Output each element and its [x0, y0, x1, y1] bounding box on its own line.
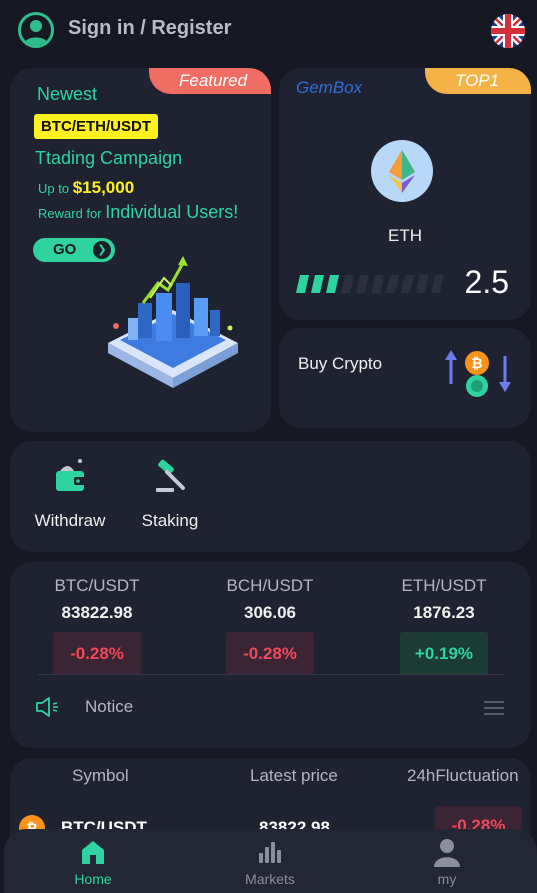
user-avatar-icon[interactable]	[18, 12, 54, 48]
nav-my[interactable]: my	[397, 837, 497, 887]
exchange-coins-icon: ₿	[445, 348, 511, 398]
upto-prefix: Up to	[38, 181, 70, 196]
ticker-price: 83822.98	[61, 603, 133, 622]
staking-button[interactable]: Staking	[125, 455, 215, 531]
buy-crypto-card[interactable]: Buy Crypto ₿	[279, 328, 531, 428]
reward-target: Individual Users!	[105, 202, 239, 222]
staking-label: Staking	[141, 511, 199, 530]
app-header: Sign in / Register	[0, 0, 537, 60]
uk-flag-icon[interactable]	[491, 14, 525, 48]
ticker-change: -0.28%	[226, 632, 314, 675]
meter-segment-empty	[341, 275, 354, 293]
upto-amount: $15,000	[72, 178, 135, 197]
svg-text:₿: ₿	[471, 355, 482, 371]
bottom-nav: Home Markets my	[4, 829, 537, 893]
gembox-score: 2.5	[464, 264, 509, 300]
reward-prefix: Reward for	[38, 206, 102, 221]
meter-segment-empty	[416, 275, 429, 293]
ticker-price: 306.06	[244, 603, 296, 622]
nav-my-label: my	[437, 871, 457, 887]
campaign-title: Ttading Campaign	[35, 148, 183, 168]
meter-segment-empty	[386, 275, 399, 293]
meter-segment-filled	[296, 275, 309, 293]
wallet-icon	[50, 455, 90, 495]
meter-segment-filled	[311, 275, 324, 293]
top1-tag: TOP1	[425, 68, 531, 94]
sign-in-register-link[interactable]: Sign in / Register	[68, 17, 231, 40]
ticker-bch[interactable]: BCH/USDT 306.06 -0.28%	[190, 576, 350, 675]
bar-chart-icon	[255, 837, 285, 867]
home-icon	[78, 837, 108, 867]
megaphone-icon	[34, 696, 60, 718]
meter-segment-empty	[431, 275, 444, 293]
meter-segment-empty	[401, 275, 414, 293]
ticker-pair: BTC/USDT	[54, 576, 140, 595]
meter-segment-filled	[326, 275, 339, 293]
nav-home-label: Home	[74, 871, 112, 887]
eth-coin-icon	[371, 140, 433, 202]
menu-icon[interactable]	[483, 699, 505, 717]
nav-home[interactable]: Home	[43, 837, 143, 887]
buy-crypto-label: Buy Crypto	[298, 354, 383, 373]
nav-markets[interactable]: Markets	[220, 837, 320, 887]
coin-label: ETH	[388, 226, 422, 245]
city-growth-illustration	[98, 248, 248, 393]
meter-segment-empty	[356, 275, 369, 293]
column-header-fluctuation: 24hFluctuation	[407, 766, 519, 785]
featured-tag: Featured	[149, 68, 271, 94]
quick-actions-panel: Withdraw Staking	[10, 441, 531, 552]
nav-markets-label: Markets	[245, 871, 295, 887]
pairs-badge: BTC/ETH/USDT	[34, 114, 158, 139]
rating-meter	[296, 274, 446, 294]
withdraw-button[interactable]: Withdraw	[25, 455, 115, 531]
reward-amount-row: Up to $15,000	[38, 178, 134, 198]
reward-target-row: Reward for Individual Users!	[38, 202, 238, 223]
divider	[38, 674, 503, 675]
meter-segment-empty	[371, 275, 384, 293]
column-header-symbol: Symbol	[72, 766, 129, 785]
newest-label: Newest	[37, 84, 98, 104]
ticker-change: -0.28%	[53, 632, 141, 675]
column-header-price: Latest price	[250, 766, 338, 785]
gembox-title: GemBox	[296, 78, 363, 97]
ticker-btc[interactable]: BTC/USDT 83822.98 -0.28%	[17, 576, 177, 675]
ticker-change: +0.19%	[400, 632, 488, 675]
gavel-icon	[150, 455, 190, 495]
ticker-eth[interactable]: ETH/USDT 1876.23 +0.19%	[364, 576, 524, 675]
notice-label[interactable]: Notice	[85, 697, 133, 717]
gembox-card[interactable]: GemBox TOP1 ETH 2.5	[279, 68, 531, 320]
ticker-pair: ETH/USDT	[401, 576, 487, 595]
profile-icon	[432, 837, 462, 867]
ticker-price: 1876.23	[413, 603, 475, 622]
trading-campaign-banner[interactable]: Featured Newest BTC/ETH/USDT Ttading Cam…	[10, 68, 271, 432]
ticker-pair: BCH/USDT	[226, 576, 314, 595]
ticker-panel: BTC/USDT 83822.98 -0.28% BCH/USDT 306.06…	[10, 562, 531, 748]
withdraw-label: Withdraw	[34, 511, 106, 530]
go-label: GO	[53, 241, 77, 258]
